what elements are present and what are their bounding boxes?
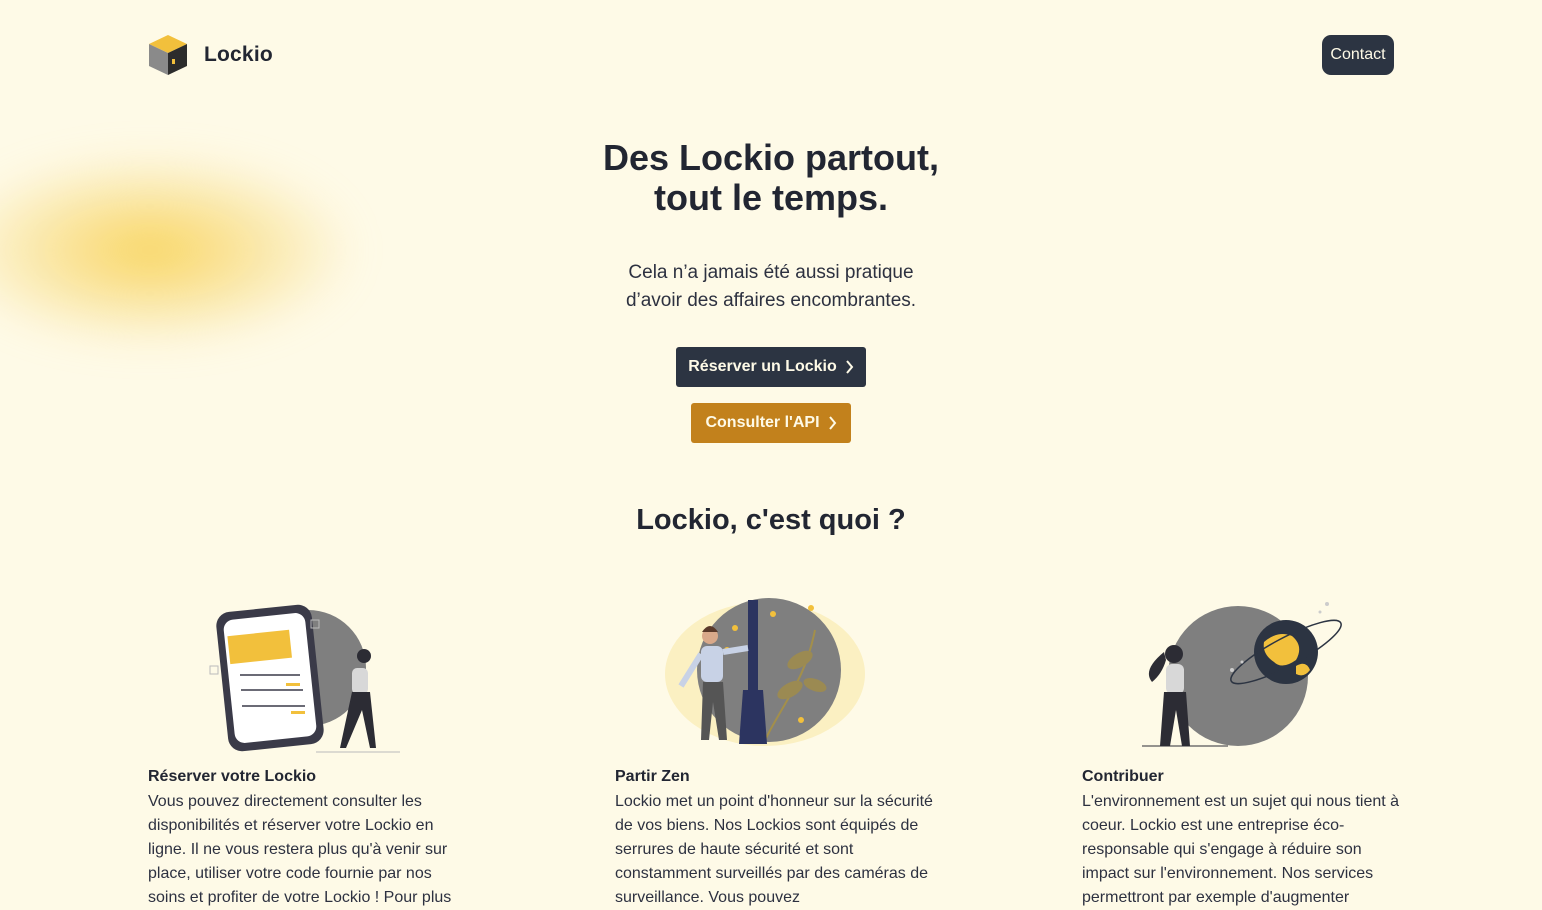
contact-button[interactable]: Contact bbox=[1322, 35, 1394, 75]
phone-booking-illustration bbox=[148, 590, 466, 756]
feature-text: Lockio met un point d'honneur sur la séc… bbox=[615, 793, 933, 906]
security-illustration bbox=[615, 590, 933, 756]
hero-subtitle-line1: Cela n’a jamais été aussi pratique bbox=[628, 262, 914, 283]
feature-zen: Partir Zen Lockio met un point d'honneur… bbox=[615, 590, 933, 910]
hero-title: Des Lockio partout, tout le temps. bbox=[0, 138, 1542, 218]
reserve-lockio-button[interactable]: Réserver un Lockio bbox=[676, 347, 866, 387]
about-section-title: Lockio, c'est quoi ? bbox=[636, 504, 906, 536]
feature-contribute: Contribuer L'environnement est un sujet … bbox=[1082, 590, 1400, 910]
hero-title-line2: tout le temps. bbox=[653, 177, 889, 218]
hero-title-line1: Des Lockio partout, bbox=[602, 137, 940, 178]
feature-title: Partir Zen bbox=[615, 768, 690, 785]
consult-api-button[interactable]: Consulter l'API bbox=[691, 403, 851, 443]
feature-text: L'environnement est un sujet qui nous ti… bbox=[1082, 793, 1400, 906]
feature-title: Réserver votre Lockio bbox=[148, 768, 317, 785]
hero-subtitle: Cela n’a jamais été aussi pratique d’avo… bbox=[0, 259, 1542, 315]
page: Lockio Contact Des Lockio partout, tout … bbox=[0, 0, 1542, 910]
cube-logo-icon bbox=[149, 35, 187, 75]
brand-logo[interactable]: Lockio bbox=[148, 34, 273, 76]
feature-text: Vous pouvez directement consulter les di… bbox=[148, 793, 452, 906]
hero-subtitle-line2: d’avoir des affaires encombrantes. bbox=[625, 290, 917, 311]
feature-title: Contribuer bbox=[1082, 768, 1164, 785]
planet-illustration bbox=[1082, 590, 1400, 756]
api-label: Consulter l'API bbox=[705, 414, 820, 431]
reserve-label: Réserver un Lockio bbox=[688, 358, 837, 375]
chevron-right-icon bbox=[828, 416, 836, 430]
feature-reserve: Réserver votre Lockio Vous pouvez direct… bbox=[148, 590, 466, 910]
brand-name: Lockio bbox=[204, 43, 273, 66]
chevron-right-icon bbox=[845, 360, 854, 374]
